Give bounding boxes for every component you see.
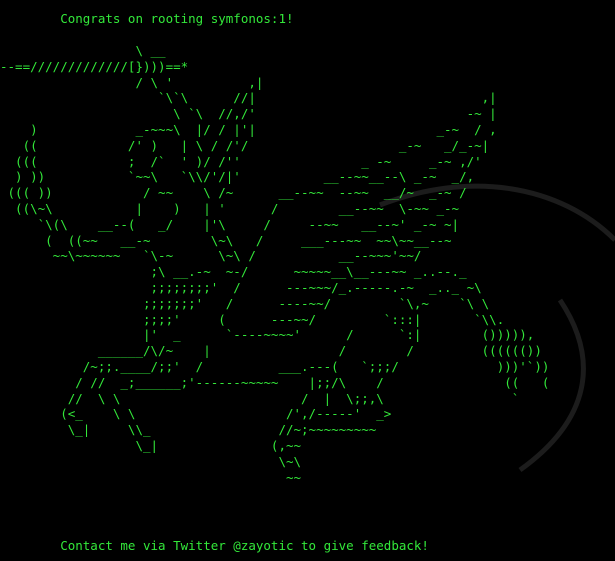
ascii-art-line: ((( ; /` ' )/ /'' _ -~ _-~ ,/' [0,153,482,169]
ascii-art-line: // \ \ / | \;;,\ ` [0,390,520,406]
ascii-art-line: ;;;;' ( ---~~/ `:::| `\\. [0,311,505,327]
ascii-art-line: `\(\ __--( _/ |'\ / --~~ __--~' _-~ ~| [0,216,460,232]
ascii-art-line: ;;;;;;;' / ----~~/ `\,~ `\ \ [0,295,490,311]
ascii-art-banner: \ __ --==/////////////[})))==* / \ ' ,| … [0,43,549,485]
ascii-art-line: ) _-~~~\ |/ / |'| _-~ / , [0,121,497,137]
ascii-art-line: / // _;______;'------~~~~~ |;;/\ / (( ( [0,374,550,390]
ascii-art-line: \~\ [0,453,302,469]
ascii-art-line: \ __ [0,43,166,58]
ascii-art-line: (( /' ) | \ / /'/ _-~ _/_-~| [0,137,490,153]
ascii-art-line: ((( )) / ~~ \ /~ __--~~ --~~ __/~ _-~ / [0,185,467,201]
ascii-art-line: ;\ __.-~ ~-/ ~~~~~__\__---~~ _..--._ [0,264,467,280]
ascii-art-line: ~~ [0,469,302,485]
congrats-message: Congrats on rooting symfonos:1! [0,11,294,26]
ascii-art-line: --==/////////////[})))==* [0,58,189,74]
ascii-art-line: `\`\ //| ,| [0,90,497,106]
ascii-art-line: /~;;.____/;;' / ___.---( `;;;/ )))'`)) [0,358,550,374]
ascii-art-line: |' _ `----~~~~' / `:| ())))), [0,327,535,343]
ascii-art-line: ~~\~~~~~~ `\-~ \~\ / __--~~~'~~/ [0,248,422,264]
ascii-art-line: / \ ' ,| [0,74,264,90]
ascii-art-line: \_| \\_ //~;~~~~~~~~~ [0,422,377,438]
ascii-art-line: \ `\ //,/' -~ | [0,106,497,122]
ascii-art-line: ((\~\ | ) | ' / __--~~ \-~~ _-~ [0,200,460,216]
ascii-art-line: ______/\/~ | / / (((((()) [0,343,542,359]
terminal-window[interactable]: Congrats on rooting symfonos:1! \ __ --=… [0,0,615,561]
ascii-art-line: ) )) `~~\ `\\/'/|' __--~~__--\ _-~ _/, [0,169,475,185]
ascii-art-line: ( ((~~ __-~ \~\ / ___---~~ ~~\~~__--~ [0,232,452,248]
ascii-art-line: \_| (,~~ [0,437,302,453]
ascii-art-line: ;;;;;;;;' / ---~~~/_.-----.-~ _.._ ~\ [0,279,482,295]
contact-message: Contact me via Twitter @zayotic to give … [0,538,429,553]
ascii-art-line: (<_ \ \ /',/-----' _> [0,406,392,422]
